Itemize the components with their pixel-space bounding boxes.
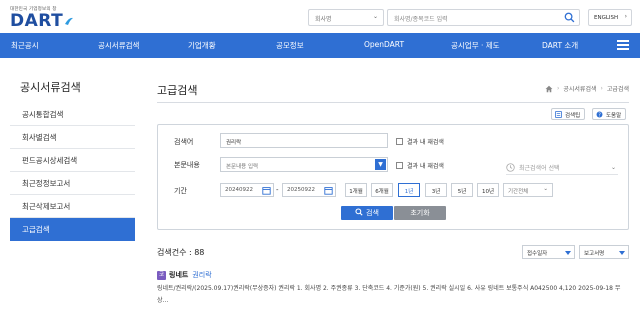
search-button-label: 검색 xyxy=(366,209,379,217)
logo-swoosh-icon xyxy=(65,17,74,25)
in-result-label-1: 결과 내 재검색 xyxy=(407,139,444,146)
sidebar-item-recent-deletions[interactable]: 최근삭제보고서 xyxy=(10,195,135,218)
breadcrumb-separator: › xyxy=(600,85,603,92)
period-5-year-button[interactable]: 5년 xyxy=(451,183,473,197)
view-by-select[interactable]: 보고서명 xyxy=(579,245,629,259)
result-item-header: 코 링네트 권리락 xyxy=(157,270,212,280)
breadcrumb-item[interactable]: 공시서류검색 xyxy=(563,84,596,93)
sidebar-item-fund-search[interactable]: 펀드공시상세검색 xyxy=(10,149,135,172)
search-icon[interactable] xyxy=(564,12,575,23)
period-1-year-button[interactable]: 1년 xyxy=(398,183,420,197)
home-icon[interactable] xyxy=(545,85,553,93)
help-button[interactable]: ? 도움말 xyxy=(592,108,627,120)
period-label: 기간 xyxy=(174,187,187,195)
caret-down-icon xyxy=(565,251,571,255)
nav-item-opendart[interactable]: OpenDART xyxy=(364,40,404,49)
nav-item-company-overview[interactable]: 기업개황 xyxy=(188,40,216,51)
result-report-link[interactable]: 권리락 xyxy=(192,270,211,280)
language-value: ENGLISH xyxy=(594,15,619,21)
sidebar-item-recent-corrections[interactable]: 최근정정보고서 xyxy=(10,172,135,195)
chevron-down-icon: ⌄ xyxy=(372,13,378,20)
chevron-down-icon: ⌄ xyxy=(543,186,548,192)
header-search-input[interactable]: 회사명/종목코드 입력 xyxy=(387,9,580,26)
nav-item-disclosure-search[interactable]: 공시서류검색 xyxy=(98,40,139,51)
help-label: 도움말 xyxy=(606,113,622,119)
nav-item-about[interactable]: DART 소개 xyxy=(542,40,578,51)
reset-button[interactable]: 초기화 xyxy=(394,206,446,220)
chevron-down-icon[interactable]: ▼ xyxy=(375,159,386,170)
keyword-value: 권리락 xyxy=(226,140,242,146)
search-tip-button[interactable]: 검색팁 xyxy=(551,108,586,120)
advanced-search-panel: 검색어 권리락 결과 내 재검색 본문내용 본문내용 입력 ▼ 결과 내 재검색… xyxy=(157,124,629,230)
nav-item-disclosure-system[interactable]: 공시업무 · 제도 xyxy=(451,40,500,51)
search-tip-label: 검색팁 xyxy=(565,113,581,119)
period-10-year-button[interactable]: 10년 xyxy=(477,183,499,197)
sidebar-item-advanced-search[interactable]: 고급검색 xyxy=(10,218,135,241)
sidebar-item-integrated-search[interactable]: 공시통합검색 xyxy=(10,103,135,126)
nav-item-offering[interactable]: 공모정보 xyxy=(276,40,304,51)
sidebar-title: 공시서류검색 xyxy=(20,81,81,94)
company-type-value: 회사명 xyxy=(315,16,332,23)
logo-text: DART xyxy=(10,11,64,31)
chevron-right-icon: › xyxy=(624,13,627,20)
body-content-input[interactable]: 본문내용 입력 ▼ xyxy=(220,157,388,172)
date-from-value: 20240922 xyxy=(225,187,253,193)
keyword-input[interactable]: 권리락 xyxy=(220,133,388,148)
market-badge: 코 xyxy=(157,270,166,280)
sort-by-select[interactable]: 접수일자 xyxy=(522,245,575,259)
dart-logo[interactable]: 대한민국 기업정보의 창 DART xyxy=(10,6,74,31)
clock-icon xyxy=(506,162,515,172)
company-type-select[interactable]: 회사명 ⌄ xyxy=(308,9,384,26)
view-by-value: 보고서명 xyxy=(584,251,605,257)
result-count: 검색건수 : 88 xyxy=(157,248,205,257)
breadcrumb: › 공시서류검색 › 고급검색 xyxy=(545,84,629,93)
page-title: 고급검색 xyxy=(157,84,198,97)
recent-keyword-label: 최근검색어 선택 xyxy=(519,164,560,172)
result-item-detail: 링네트/권리락/(2025.09.17)권리락(무상증자) 권리락 1. 회사명… xyxy=(157,285,621,304)
calendar-icon[interactable] xyxy=(324,186,333,195)
all-period-label: 기간전체 xyxy=(508,189,529,195)
sidebar-item-company-search[interactable]: 회사별검색 xyxy=(10,126,135,149)
tip-icon xyxy=(555,111,562,118)
in-result-label-2: 결과 내 재검색 xyxy=(407,163,444,170)
help-icon: ? xyxy=(596,111,603,118)
all-period-select[interactable]: 기간전체 ⌄ xyxy=(503,183,553,197)
search-icon xyxy=(355,208,363,216)
calendar-icon[interactable] xyxy=(262,186,271,195)
company-label: 검색어 xyxy=(174,138,194,146)
period-6-month-button[interactable]: 6개월 xyxy=(371,183,393,197)
main-nav: 최근공시 공시서류검색 기업개황 공모정보 OpenDART 공시업무 · 제도… xyxy=(0,33,640,58)
search-button[interactable]: 검색 xyxy=(341,206,393,220)
date-from-input[interactable]: 20240922 xyxy=(220,183,274,197)
breadcrumb-current: 고급검색 xyxy=(606,86,629,93)
checkbox-box[interactable] xyxy=(396,162,403,169)
in-result-checkbox-1[interactable]: 결과 내 재검색 xyxy=(396,137,444,146)
language-select[interactable]: ENGLISH › xyxy=(588,9,632,26)
nav-item-recent[interactable]: 최근공시 xyxy=(11,40,39,51)
date-to-value: 20250922 xyxy=(287,187,315,193)
date-range-dash: - xyxy=(276,186,279,194)
svg-text:?: ? xyxy=(598,112,601,118)
title-divider xyxy=(157,102,629,103)
header-search-placeholder: 회사명/종목코드 입력 xyxy=(394,16,448,23)
period-1-month-button[interactable]: 1개월 xyxy=(345,183,367,197)
body-label: 본문내용 xyxy=(174,161,200,169)
checkbox-box[interactable] xyxy=(396,138,403,145)
chevron-down-icon: ⌄ xyxy=(610,163,616,171)
sidebar-menu: 공시통합검색 회사별검색 펀드공시상세검색 최근정정보고서 최근삭제보고서 고급… xyxy=(10,103,135,241)
recent-keyword-select[interactable]: 최근검색어 선택 ⌄ xyxy=(506,160,618,175)
body-content-placeholder: 본문내용 입력 xyxy=(226,164,259,170)
result-company[interactable]: 링네트 xyxy=(169,270,188,280)
period-3-year-button[interactable]: 3년 xyxy=(425,183,447,197)
top-bar: 대한민국 기업정보의 창 DART 회사명 ⌄ 회사명/종목코드 입력 ENGL… xyxy=(0,0,640,33)
hamburger-menu-icon[interactable] xyxy=(617,40,629,50)
caret-down-icon xyxy=(619,251,625,255)
sort-by-value: 접수일자 xyxy=(527,251,548,257)
breadcrumb-separator: › xyxy=(556,85,560,92)
in-result-checkbox-2[interactable]: 결과 내 재검색 xyxy=(396,161,444,170)
date-to-input[interactable]: 20250922 xyxy=(282,183,336,197)
